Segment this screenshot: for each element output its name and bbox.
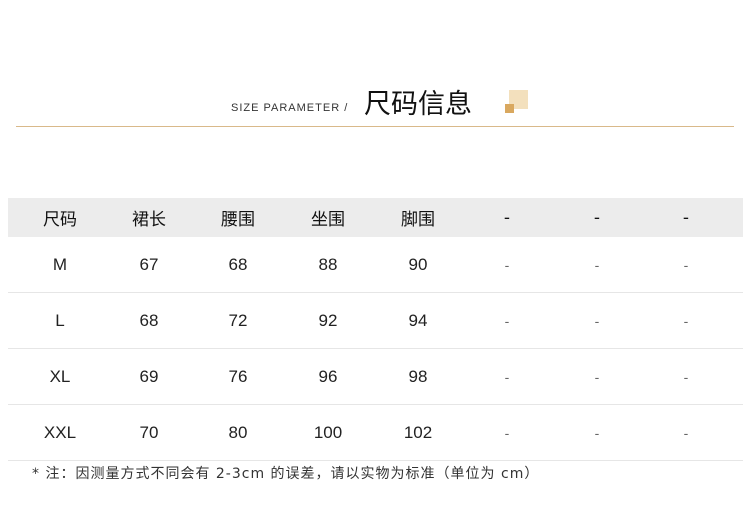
column-header: - <box>593 207 601 228</box>
table-cell: XL <box>49 366 71 386</box>
table-cell: 90 <box>408 254 428 274</box>
column-header: - <box>503 207 511 228</box>
decorative-square-small <box>505 104 514 113</box>
table-cell: 92 <box>318 310 338 330</box>
column-header: 尺码 <box>43 210 77 230</box>
table-cell: - <box>504 312 510 329</box>
table-cell: M <box>52 254 68 274</box>
table-cell: 88 <box>318 254 338 274</box>
column-header: - <box>682 207 690 228</box>
table-cell: - <box>594 312 600 329</box>
table-cell: - <box>504 368 510 385</box>
table-row: XL 69 76 96 98 - - - <box>8 349 743 405</box>
table-cell: 70 <box>139 422 159 442</box>
column-header: 脚围 <box>401 210 435 230</box>
table-cell: 69 <box>139 366 159 386</box>
table-cell: - <box>594 424 600 441</box>
table-cell: 80 <box>228 422 248 442</box>
table-cell: 102 <box>403 422 433 442</box>
table-row: XXL 70 80 100 102 - - - <box>8 405 743 461</box>
column-header: 腰围 <box>221 210 255 230</box>
table-cell: - <box>683 424 689 441</box>
measurement-footnote: * 注：因测量方式不同会有 2-3cm 的误差，请以实物为标准（单位为 cm） <box>32 466 540 482</box>
table-cell: 96 <box>318 366 338 386</box>
table-cell: - <box>594 368 600 385</box>
table-cell: - <box>683 256 689 273</box>
table-row: L 68 72 92 94 - - - <box>8 293 743 349</box>
section-title: 尺码信息 <box>364 89 472 120</box>
table-cell: 72 <box>228 310 248 330</box>
table-header-row: 尺码 裙长 腰围 坐围 脚围 - - - <box>8 198 743 237</box>
section-subtitle: SIZE PARAMETER / <box>231 102 349 114</box>
table-cell: - <box>504 424 510 441</box>
table-cell: 68 <box>228 254 248 274</box>
table-cell: XXL <box>43 422 77 442</box>
table-cell: - <box>683 368 689 385</box>
table-cell: L <box>55 310 65 330</box>
table-cell: 94 <box>408 310 428 330</box>
column-header: 坐围 <box>311 210 345 230</box>
table-cell: - <box>683 312 689 329</box>
table-cell: 100 <box>313 422 343 442</box>
table-cell: 76 <box>228 366 248 386</box>
table-cell: - <box>594 256 600 273</box>
table-cell: 68 <box>139 310 159 330</box>
table-cell: 98 <box>408 366 428 386</box>
size-table: 尺码 裙长 腰围 坐围 脚围 - - - M 67 68 88 90 - - -… <box>8 198 743 461</box>
decorative-squares-icon <box>503 90 529 116</box>
size-parameter-header: SIZE PARAMETER / 尺码信息 <box>0 78 750 128</box>
table-row: M 67 68 88 90 - - - <box>8 237 743 293</box>
header-divider <box>16 126 734 127</box>
table-cell: - <box>504 256 510 273</box>
table-cell: 67 <box>139 254 159 274</box>
column-header: 裙长 <box>132 210 166 230</box>
